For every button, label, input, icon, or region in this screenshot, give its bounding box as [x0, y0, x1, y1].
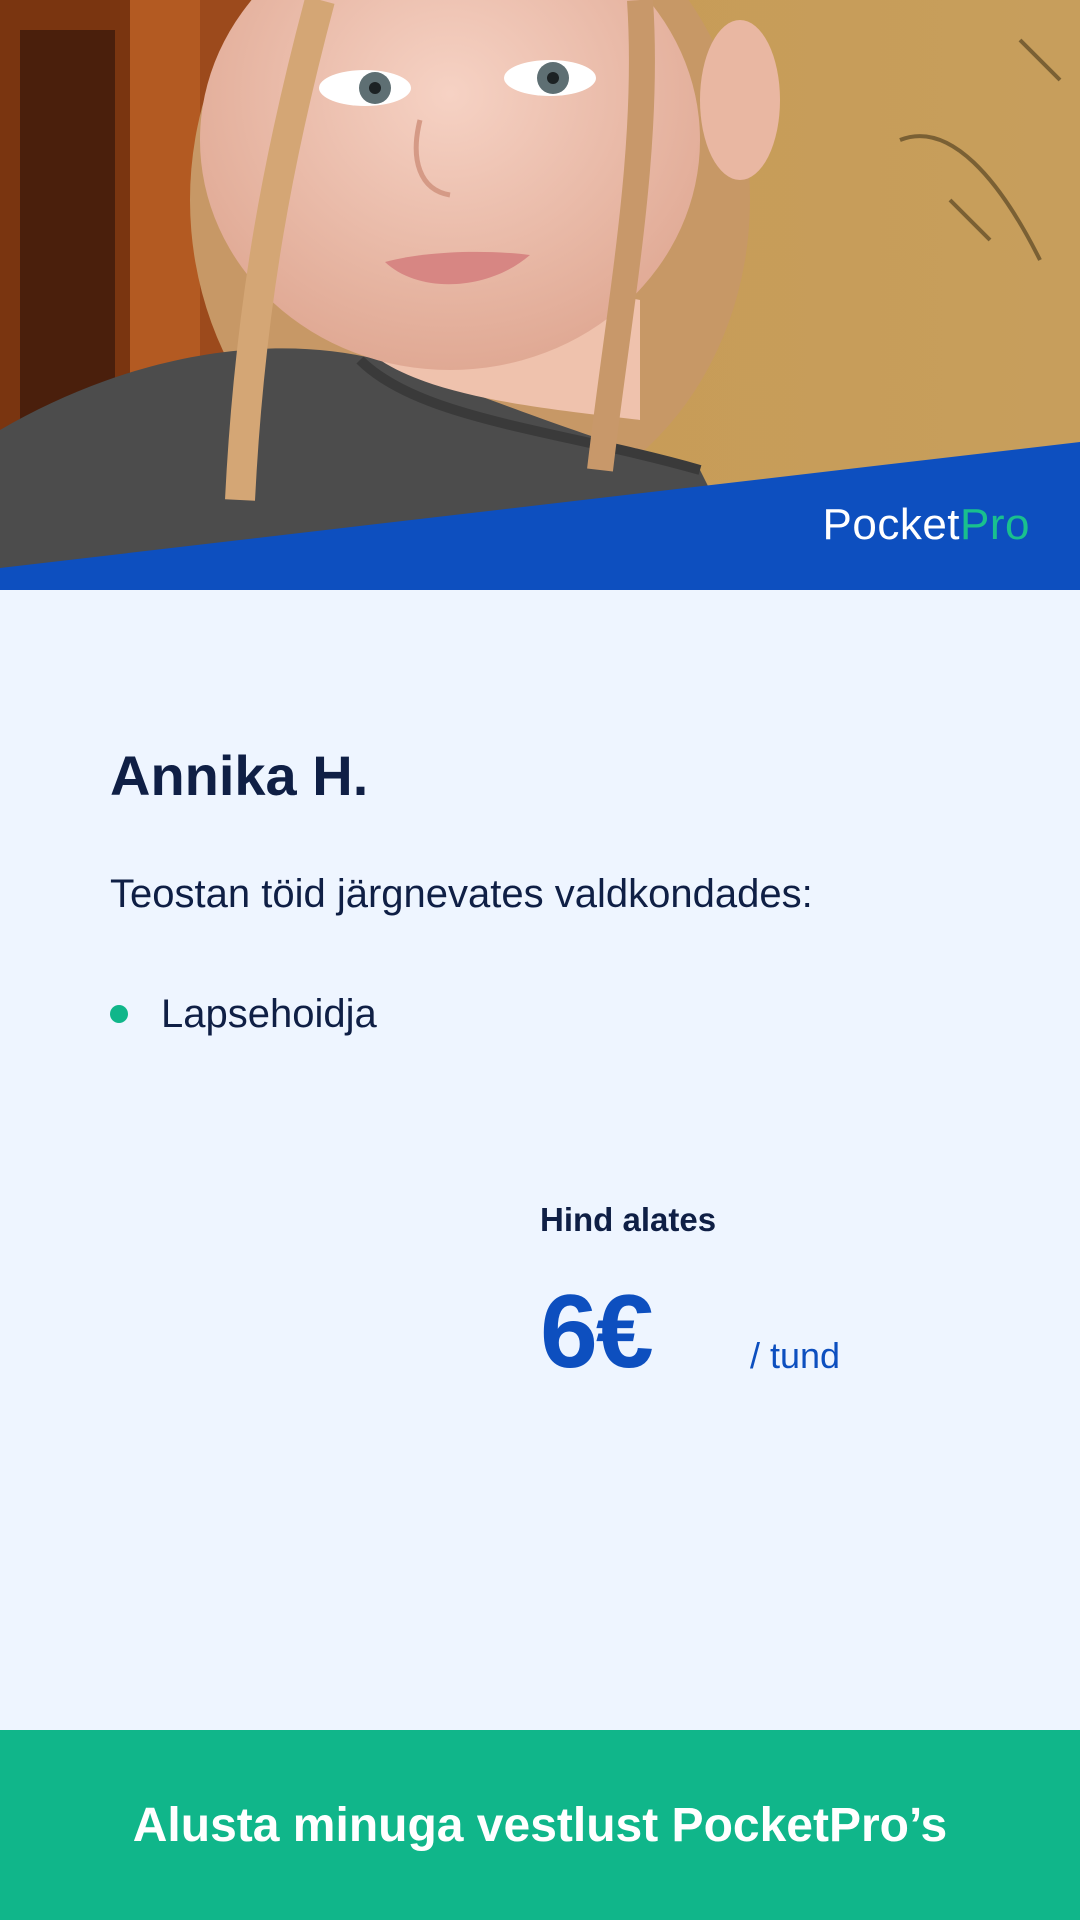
pocketpro-logo: PocketPro: [823, 500, 1031, 550]
profile-hero: PocketPro: [0, 0, 1080, 590]
profile-name: Annika H.: [110, 744, 369, 807]
price-value: 6€: [540, 1274, 654, 1390]
bullet-icon: [110, 1005, 128, 1023]
price-label: Hind alates: [540, 1201, 717, 1238]
price-unit: / tund: [750, 1335, 841, 1376]
skill-label: Lapsehoidja: [161, 992, 377, 1036]
logo-text-pro: Pro: [960, 500, 1030, 549]
logo-text-pocket: Pocket: [822, 500, 961, 549]
skills-list: Lapsehoidja: [110, 994, 377, 1034]
start-chat-button[interactable]: Alusta minuga vestlust PocketPro’s: [0, 1730, 1080, 1920]
services-intro: Teostan töid järgnevates valdkondades:: [110, 872, 813, 916]
list-item: Lapsehoidja: [110, 994, 377, 1034]
